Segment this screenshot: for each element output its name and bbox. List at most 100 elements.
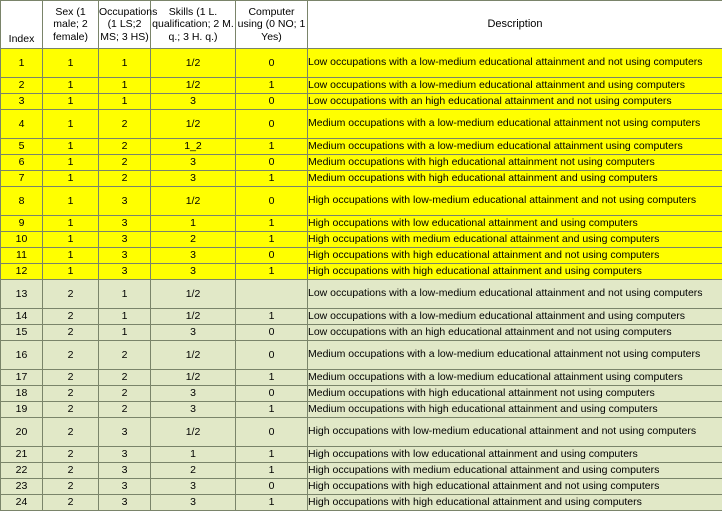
cell-description: High occupations with low-medium educati… [307,186,722,216]
cell-occupations: 3 [98,446,151,463]
cell-sex: 1 [42,186,99,216]
cell-index: 22 [0,462,43,479]
cell-index: 4 [0,109,43,139]
cell-description: Low occupations with a low-medium educat… [307,308,722,325]
cell-skills: 3 [150,154,236,171]
cell-sex: 1 [42,77,99,94]
cell-computer: 1 [235,462,308,479]
cell-skills: 1/2 [150,109,236,139]
cell-skills: 3 [150,385,236,402]
cell-description: High occupations with low educational at… [307,446,722,463]
cell-computer: 1 [235,138,308,155]
cell-computer [235,279,308,309]
cell-description: Medium occupations with a low-medium edu… [307,109,722,139]
cell-computer: 0 [235,478,308,495]
cell-computer: 0 [235,48,308,78]
cell-index: 1 [0,48,43,78]
cell-skills: 2 [150,462,236,479]
table-row: 3 1 1 3 0 Low occupations with an high educat… [0,93,722,110]
cell-skills: 1/2 [150,417,236,447]
cell-description: Low occupations with a low-medium educat… [307,77,722,94]
cell-computer: 0 [235,109,308,139]
cell-description: Low occupations with a low-medium educat… [307,279,722,309]
cell-index: 3 [0,93,43,110]
table-row: 17 2 2 1/2 1 Medium occupations with a low-me… [0,369,722,386]
cell-skills: 1 [150,446,236,463]
table-row: 22 2 3 2 1 High occupations with medium educa… [0,462,722,479]
cell-description: High occupations with high educational a… [307,494,722,511]
cell-skills: 3 [150,401,236,418]
cell-skills: 3 [150,247,236,264]
table-row: 5 1 2 1_2 1 Medium occupations with a low-med… [0,138,722,155]
table-row: 11 1 3 3 0 High occupations with high educati… [0,247,722,264]
table-row: 4 1 2 1/2 0 Medium occupations with a low-med… [0,109,722,139]
table-row: 19 2 2 3 1 Medium occupations with high educa… [0,401,722,418]
cell-occupations: 2 [98,109,151,139]
cell-index: 9 [0,215,43,232]
column-header-computer: Computer using (0 NO; 1 Yes) [235,0,308,49]
cell-sex: 1 [42,231,99,248]
cell-description: Medium occupations with a low-medium edu… [307,340,722,370]
cell-sex: 2 [42,340,99,370]
cell-computer: 0 [235,247,308,264]
cell-description: Medium occupations with a low-medium edu… [307,138,722,155]
cell-occupations: 3 [98,247,151,264]
cell-description: Low occupations with a low-medium educat… [307,48,722,78]
cell-description: Medium occupations with high educational… [307,170,722,187]
table-row: 1 1 1 1/2 0 Low occupations with a low-medium… [0,48,722,78]
cell-occupations: 3 [98,263,151,280]
cell-index: 7 [0,170,43,187]
cell-index: 15 [0,324,43,341]
cell-description: High occupations with medium educational… [307,462,722,479]
cell-computer: 1 [235,369,308,386]
classification-table: Index Sex (1 male; 2 female) Occupations… [0,0,722,511]
table-row: 24 2 3 3 1 High occupations with high educati… [0,494,722,511]
cell-index: 6 [0,154,43,171]
cell-occupations: 3 [98,417,151,447]
cell-computer: 1 [235,231,308,248]
table-row: 2 1 1 1/2 1 Low occupations with a low-medium… [0,77,722,94]
cell-computer: 0 [235,417,308,447]
cell-computer: 0 [235,324,308,341]
cell-skills: 1/2 [150,369,236,386]
cell-index: 24 [0,494,43,511]
cell-sex: 1 [42,48,99,78]
cell-sex: 2 [42,324,99,341]
cell-occupations: 1 [98,77,151,94]
table-row: 15 2 1 3 0 Low occupations with an high educa… [0,324,722,341]
column-header-sex: Sex (1 male; 2 female) [42,0,99,49]
cell-skills: 3 [150,263,236,280]
cell-skills: 3 [150,478,236,495]
table-row: 8 1 3 1/2 0 High occupations with low-medium … [0,186,722,216]
cell-skills: 1/2 [150,48,236,78]
cell-skills: 1/2 [150,77,236,94]
cell-computer: 0 [235,340,308,370]
cell-skills: 1 [150,215,236,232]
cell-description: High occupations with low educational at… [307,215,722,232]
table-row: 20 2 3 1/2 0 High occupations with low-medium… [0,417,722,447]
cell-description: High occupations with medium educational… [307,231,722,248]
cell-sex: 1 [42,215,99,232]
cell-sex: 1 [42,93,99,110]
column-header-skills: Skills (1 L. qualification; 2 M. q.; 3 H… [150,0,236,49]
cell-sex: 2 [42,446,99,463]
cell-computer: 1 [235,215,308,232]
cell-skills: 1/2 [150,308,236,325]
cell-description: High occupations with high educational a… [307,478,722,495]
table-row: 14 2 1 1/2 1 Low occupations with a low-mediu… [0,308,722,325]
cell-computer: 0 [235,385,308,402]
cell-description: Low occupations with an high educational… [307,93,722,110]
cell-occupations: 1 [98,279,151,309]
cell-sex: 1 [42,154,99,171]
cell-description: High occupations with high educational a… [307,263,722,280]
cell-occupations: 3 [98,231,151,248]
cell-description: Medium occupations with high educational… [307,154,722,171]
cell-index: 20 [0,417,43,447]
table-row: 12 1 3 3 1 High occupations with high educati… [0,263,722,280]
cell-description: Medium occupations with a low-medium edu… [307,369,722,386]
cell-index: 11 [0,247,43,264]
cell-computer: 0 [235,154,308,171]
cell-occupations: 1 [98,324,151,341]
cell-sex: 2 [42,494,99,511]
table-row: 9 1 3 1 1 High occupations with low education… [0,215,722,232]
